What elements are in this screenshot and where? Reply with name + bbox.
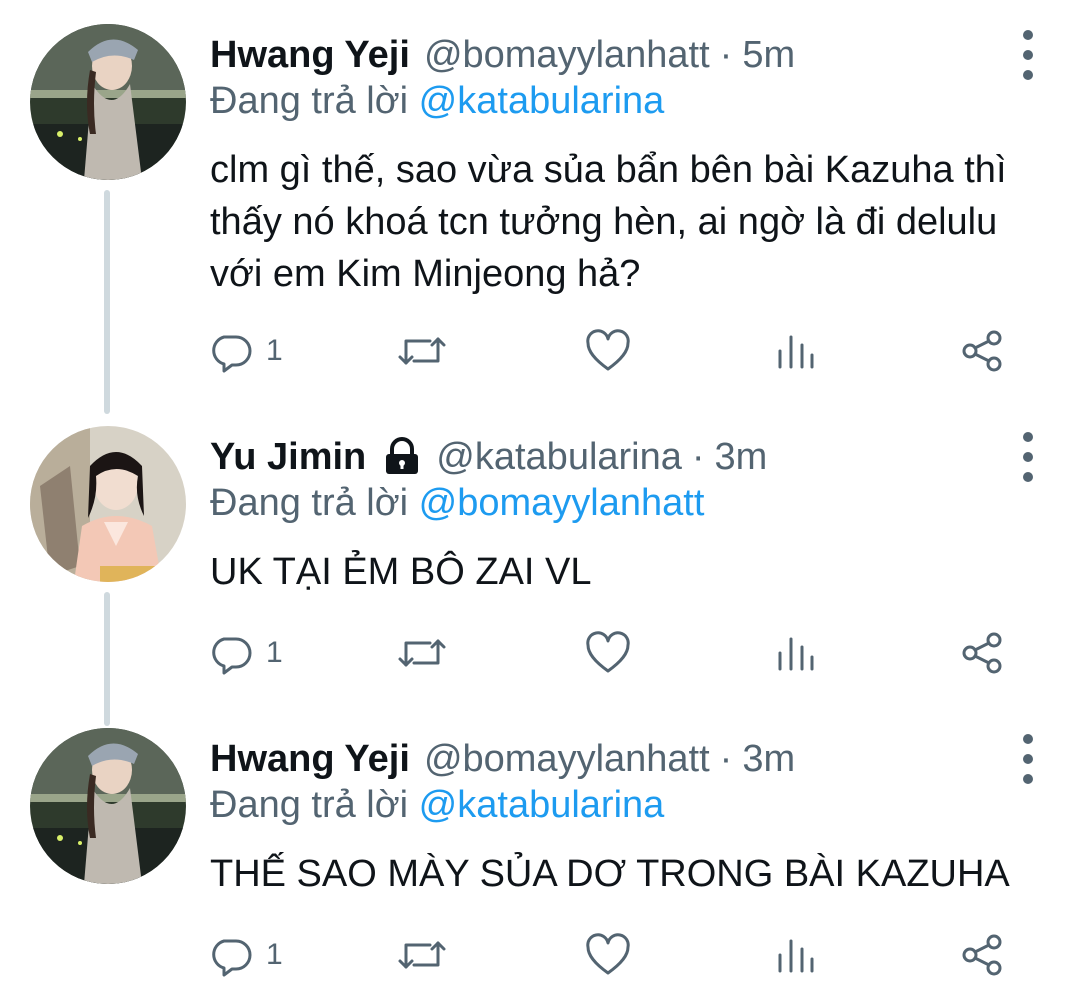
- analytics-icon: [778, 335, 814, 369]
- more-vertical-icon: [1023, 432, 1033, 442]
- reply-icon: [212, 637, 252, 675]
- author-handle[interactable]: @bomayylanhatt: [424, 738, 710, 781]
- reply-icon: [212, 335, 252, 373]
- share-button[interactable]: [960, 930, 1006, 980]
- tweet-text: clm gì thế, sao vừa sủa bẩn bên bài Kazu…: [210, 149, 1007, 295]
- replying-to-label: Đang trả lời: [210, 80, 409, 122]
- retweet-icon: [398, 941, 446, 969]
- replying-to: Đang trả lời @katabularina: [210, 80, 664, 123]
- reply-button[interactable]: 1: [210, 628, 283, 678]
- analytics-icon: [778, 637, 814, 671]
- like-button[interactable]: [584, 326, 632, 376]
- author-handle[interactable]: @katabularina: [436, 436, 682, 479]
- like-button[interactable]: [584, 628, 632, 678]
- action-bar: 1: [210, 930, 1020, 980]
- tweet[interactable]: Hwang Yeji @bomayylanhatt · 3m Đang trả …: [0, 704, 1080, 1004]
- author-name[interactable]: Hwang Yeji: [210, 34, 410, 77]
- views-button[interactable]: [776, 326, 816, 376]
- heart-icon: [586, 631, 630, 673]
- separator-dot: ·: [691, 435, 705, 478]
- retweet-button[interactable]: [396, 930, 448, 980]
- tweet-header: Hwang Yeji @bomayylanhatt · 3m: [210, 734, 795, 784]
- avatar-image: [30, 426, 186, 582]
- separator-dot: ·: [719, 737, 733, 780]
- avatar-image: [30, 728, 186, 884]
- timestamp[interactable]: 5m: [742, 34, 795, 77]
- retweet-button[interactable]: [396, 326, 448, 376]
- lock-icon: [382, 437, 422, 477]
- replying-to-mention[interactable]: @katabularina: [419, 80, 665, 122]
- views-button[interactable]: [776, 930, 816, 980]
- tweet-text: UK TẠI ẺM BÔ ZAI VL: [210, 551, 592, 593]
- retweet-icon: [398, 337, 446, 365]
- reply-count: 1: [266, 334, 283, 367]
- share-icon: [962, 330, 1002, 372]
- replying-to-mention[interactable]: @katabularina: [419, 784, 665, 826]
- share-button[interactable]: [960, 628, 1006, 678]
- replying-to-label: Đang trả lời: [210, 784, 409, 826]
- avatar-image: [30, 24, 186, 180]
- action-bar: 1: [210, 326, 1020, 376]
- tweet[interactable]: Yu Jimin @katabularina · 3m Đang trả lời…: [0, 402, 1080, 702]
- timestamp[interactable]: 3m: [715, 436, 768, 479]
- tweet-text: THẾ SAO MÀY SỦA DƠ TRONG BÀI KAZUHA: [210, 853, 1010, 895]
- heart-icon: [586, 329, 630, 371]
- replying-to-mention[interactable]: @bomayylanhatt: [419, 482, 705, 524]
- author-name[interactable]: Hwang Yeji: [210, 738, 410, 781]
- like-button[interactable]: [584, 930, 632, 980]
- reply-button[interactable]: 1: [210, 930, 283, 980]
- avatar[interactable]: [30, 24, 186, 180]
- avatar[interactable]: [30, 426, 186, 582]
- reply-icon: [212, 939, 252, 977]
- reply-count: 1: [266, 938, 283, 971]
- timestamp[interactable]: 3m: [742, 738, 795, 781]
- more-options-button[interactable]: [1018, 432, 1038, 482]
- replying-to: Đang trả lời @bomayylanhatt: [210, 482, 704, 525]
- replying-to-label: Đang trả lời: [210, 482, 409, 524]
- author-name[interactable]: Yu Jimin: [210, 436, 366, 479]
- analytics-icon: [778, 939, 814, 973]
- share-button[interactable]: [960, 326, 1006, 376]
- share-icon: [962, 934, 1002, 976]
- retweet-icon: [398, 639, 446, 667]
- reply-button[interactable]: 1: [210, 326, 283, 376]
- author-handle[interactable]: @bomayylanhatt: [424, 34, 710, 77]
- action-bar: 1: [210, 628, 1020, 678]
- tweet-header: Hwang Yeji @bomayylanhatt · 5m: [210, 30, 795, 80]
- tweet[interactable]: Hwang Yeji @bomayylanhatt · 5m Đang trả …: [0, 0, 1080, 373]
- more-options-button[interactable]: [1018, 30, 1038, 80]
- replying-to: Đang trả lời @katabularina: [210, 784, 664, 827]
- reply-count: 1: [266, 636, 283, 669]
- heart-icon: [586, 933, 630, 975]
- separator-dot: ·: [719, 33, 733, 76]
- more-vertical-icon: [1023, 734, 1033, 744]
- more-vertical-icon: [1023, 30, 1033, 40]
- tweet-header: Yu Jimin @katabularina · 3m: [210, 432, 767, 482]
- retweet-button[interactable]: [396, 628, 448, 678]
- more-options-button[interactable]: [1018, 734, 1038, 784]
- avatar[interactable]: [30, 728, 186, 884]
- share-icon: [962, 632, 1002, 674]
- views-button[interactable]: [776, 628, 816, 678]
